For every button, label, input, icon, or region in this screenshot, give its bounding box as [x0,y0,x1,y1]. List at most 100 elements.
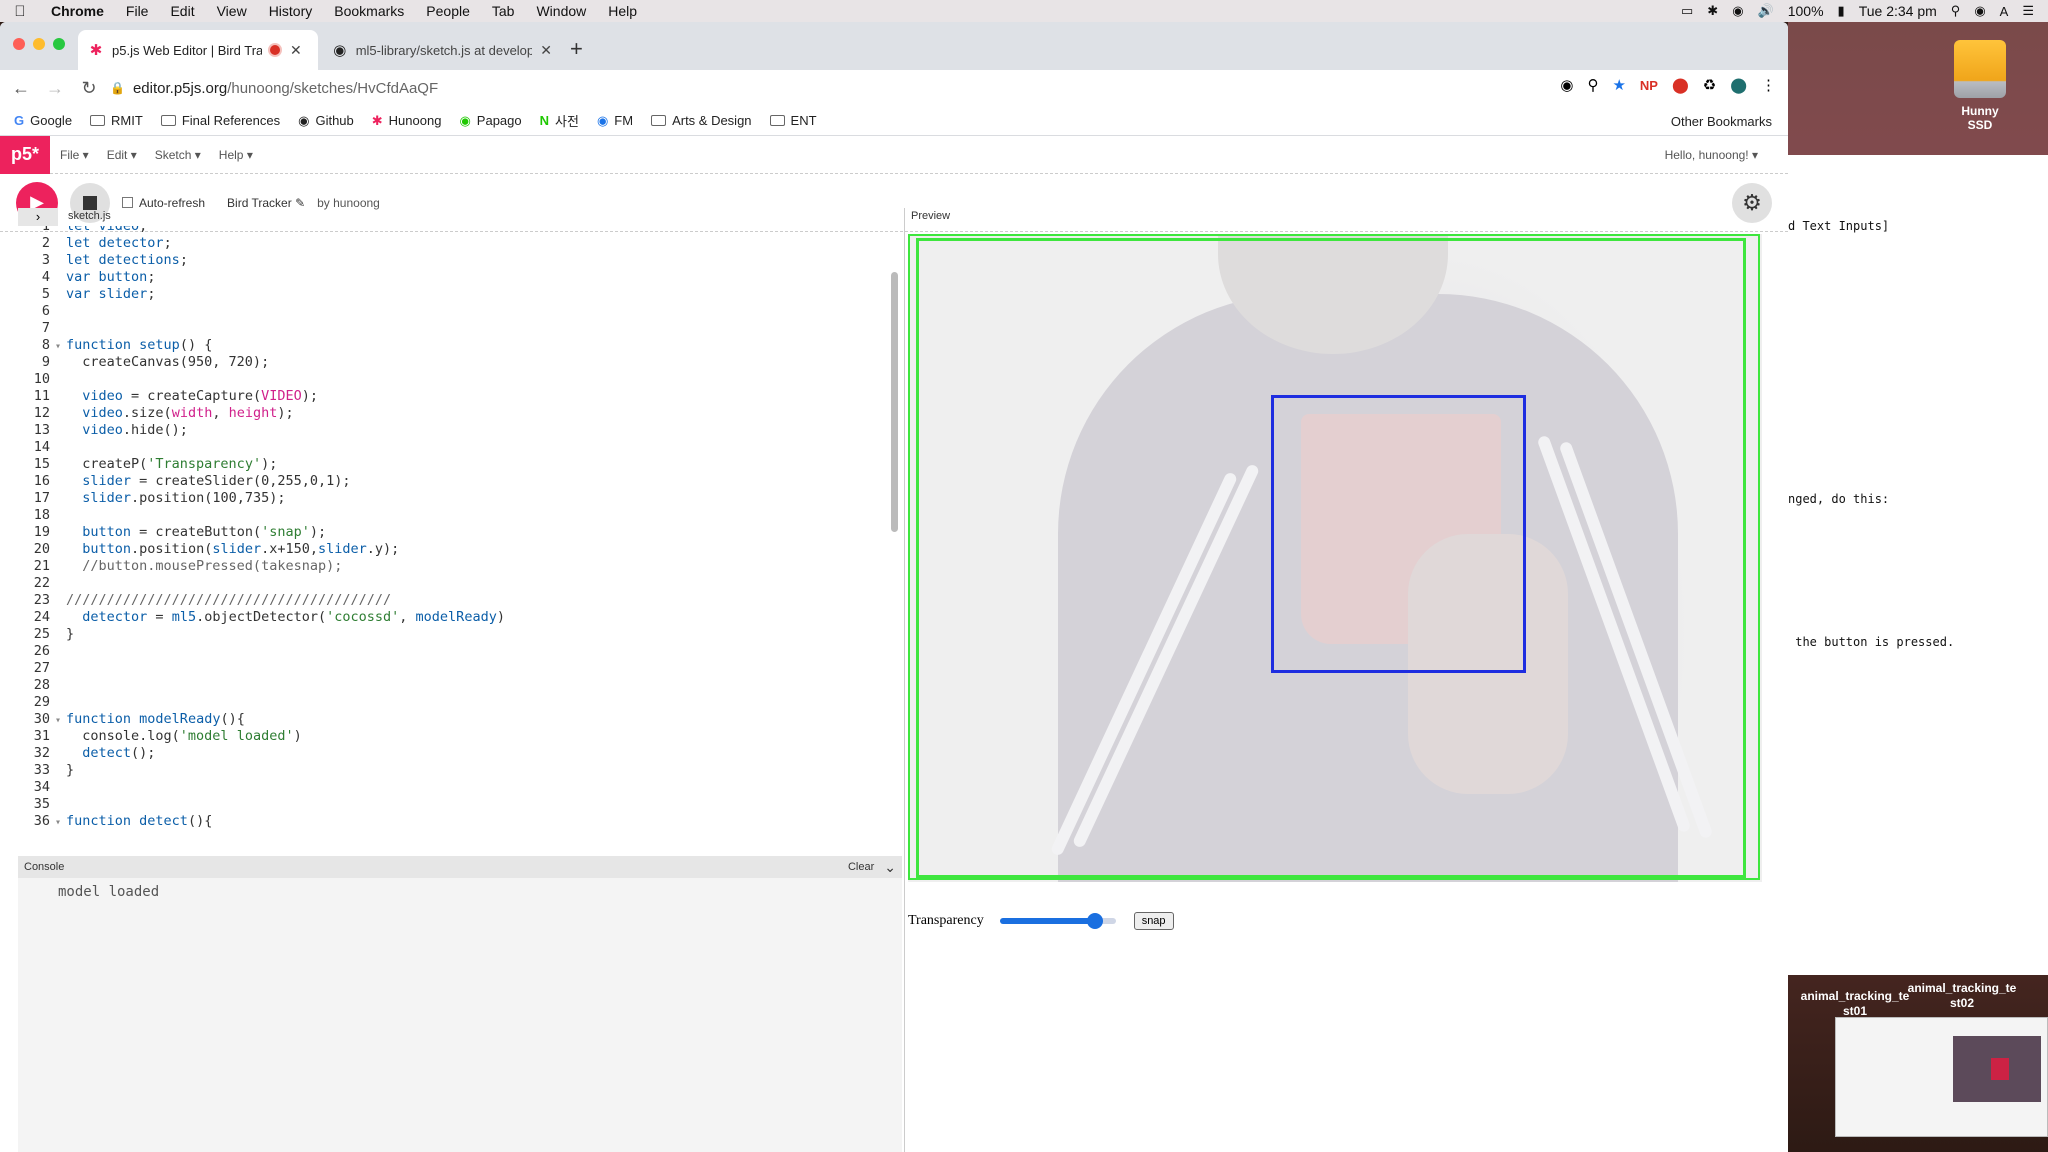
code-line[interactable]: 35 [18,796,898,813]
lock-icon[interactable]: 🔒 [110,81,125,95]
editor-scrollbar[interactable] [891,272,898,532]
code-line[interactable]: 10 [18,371,898,388]
code-line[interactable]: 32 detect(); [18,745,898,762]
background-window[interactable]: d Text Inputs] nged, do this: the button… [1788,155,2048,975]
code-line[interactable]: 8 ▾ function setup() { [18,337,898,354]
code-line[interactable]: 7 [18,320,898,337]
code-line[interactable]: 20 button.position(slider.x+150,slider.y… [18,541,898,558]
zoom-icon[interactable]: ⚲ [1587,76,1598,94]
bookmark-rmit[interactable]: RMIT [90,113,143,128]
code-line[interactable]: 17 slider.position(100,735); [18,490,898,507]
extensions-puzzle-icon[interactable]: ♻ [1703,76,1716,94]
menu-tab[interactable]: Tab [481,3,526,19]
menu-window[interactable]: Window [525,3,597,19]
volume-icon[interactable]: 🔊 [1758,3,1774,19]
wifi-icon[interactable]: ◉ [1732,3,1743,19]
forward-icon[interactable]: → [42,78,68,99]
p5-logo[interactable]: p5* [0,135,50,174]
bookmark-arts-design[interactable]: Arts & Design [651,113,752,128]
pencil-icon[interactable]: ✎ [295,196,305,210]
reload-icon[interactable]: ↻ [76,78,102,99]
console-clear-button[interactable]: Clear [848,861,874,873]
code-line[interactable]: 25} [18,626,898,643]
file-label[interactable]: animal_tracking_te st02 [1902,981,2022,1011]
menu-help[interactable]: Help [597,3,648,19]
input-source-icon[interactable]: A [2000,4,2009,19]
code-line[interactable]: 3 let detections; [18,252,898,269]
np-extension-icon[interactable]: NP [1640,78,1658,93]
fold-arrow-icon[interactable]: ▾ [50,712,66,729]
bookmark-dictionary[interactable]: N 사전 [540,111,579,130]
menubar-clock[interactable]: Tue 2:34 pm [1859,3,1937,19]
code-line[interactable]: 2 let detector; [18,235,898,252]
chrome-menu-icon[interactable]: ⋮ [1761,76,1776,94]
code-line[interactable]: 5 var slider; [18,286,898,303]
sketch-name[interactable]: Bird Tracker ✎ [227,196,305,210]
bookmark-papago[interactable]: ◉ Papago [459,113,521,129]
apple-icon[interactable]:  [0,3,40,20]
airplay-icon[interactable]: ▭ [1681,3,1693,19]
bookmark-fm[interactable]: ◉ FM [597,113,633,129]
code-line[interactable]: 24 detector = ml5.objectDetector('cocoss… [18,609,898,626]
close-tab-icon[interactable]: ✕ [290,42,302,59]
code-line[interactable]: 22 [18,575,898,592]
code-line[interactable]: 19 button = createButton('snap'); [18,524,898,541]
p5-menu-edit[interactable]: Edit ▾ [107,148,137,162]
menu-file[interactable]: File [115,3,160,19]
code-line[interactable]: 26 [18,643,898,660]
menu-edit[interactable]: Edit [159,3,205,19]
code-line[interactable]: 4 var button; [18,269,898,286]
spotlight-search-icon[interactable]: ⚲ [1951,3,1961,19]
other-bookmarks[interactable]: Other Bookmarks [1671,114,1772,129]
fold-arrow-icon[interactable]: ▾ [50,338,66,355]
profile-avatar[interactable]: ⬤ [1730,76,1747,94]
code-line[interactable]: 29 [18,694,898,711]
opera-extension-icon[interactable]: ⬤ [1672,76,1689,94]
drive-icon[interactable]: Hunny SSD [1950,40,2010,132]
code-line[interactable]: 11 video = createCapture(VIDEO); [18,388,898,405]
code-line[interactable]: 31 console.log('model loaded') [18,728,898,745]
bookmark-ent[interactable]: ENT [769,113,817,128]
user-menu[interactable]: Hello, hunoong! ▾ [1665,148,1758,162]
pane-divider[interactable] [904,208,905,1152]
settings-button[interactable]: ⚙ [1732,183,1772,223]
code-line[interactable]: 34 [18,779,898,796]
tab-p5-editor[interactable]: ✱ p5.js Web Editor | Bird Trac ✕ [78,30,318,70]
code-line[interactable]: 21 //button.mousePressed(takesnap); [18,558,898,575]
new-tab-button[interactable]: + [570,36,583,62]
code-line[interactable]: 13 video.hide(); [18,422,898,439]
code-line[interactable]: 16 slider = createSlider(0,255,0,1); [18,473,898,490]
code-editor[interactable]: 1 let video; 2 let detector; 3 let detections… [18,226,898,834]
menu-people[interactable]: People [415,3,481,19]
code-line[interactable]: 33} [18,762,898,779]
camera-icon[interactable]: ◉ [1560,76,1573,94]
p5-menu-sketch[interactable]: Sketch ▾ [155,148,201,162]
fold-arrow-icon[interactable]: ▾ [50,814,66,831]
bookmark-hunoong[interactable]: ✱ Hunoong [372,113,442,129]
code-line[interactable]: 1 let video; [18,226,898,235]
minimize-window-button[interactable] [33,38,45,50]
close-tab-icon[interactable]: ✕ [540,42,552,59]
transparency-slider[interactable] [999,913,1116,929]
back-icon[interactable]: ← [8,78,34,99]
notification-center-icon[interactable]: ☰ [2022,3,2034,19]
menu-app[interactable]: Chrome [40,3,115,19]
p5-menu-file[interactable]: File ▾ [60,148,89,162]
auto-refresh-toggle[interactable]: Auto-refresh [122,196,205,210]
auto-refresh-checkbox[interactable] [122,197,133,208]
user-icon[interactable]: ◉ [1974,3,1985,19]
sketch-preview-canvas[interactable] [908,234,1762,882]
code-line[interactable]: 12 video.size(width, height); [18,405,898,422]
bluetooth-icon[interactable]: ✱ [1707,3,1718,19]
sidebar-toggle-button[interactable]: › [18,208,58,226]
slider-knob[interactable] [1086,913,1103,929]
code-line[interactable]: 36 ▾ function detect(){ [18,813,898,830]
menu-history[interactable]: History [258,3,324,19]
code-line[interactable]: 18 [18,507,898,524]
screenshot-thumbnail[interactable] [1835,1017,2048,1137]
bookmark-github[interactable]: ◉ Github [298,113,354,129]
tab-github[interactable]: ◉ ml5-library/sketch.js at develop ✕ [322,30,562,70]
code-line[interactable]: 15 createP('Transparency'); [18,456,898,473]
p5-menu-help[interactable]: Help ▾ [219,148,253,162]
bookmark-google[interactable]: G Google [14,113,72,128]
